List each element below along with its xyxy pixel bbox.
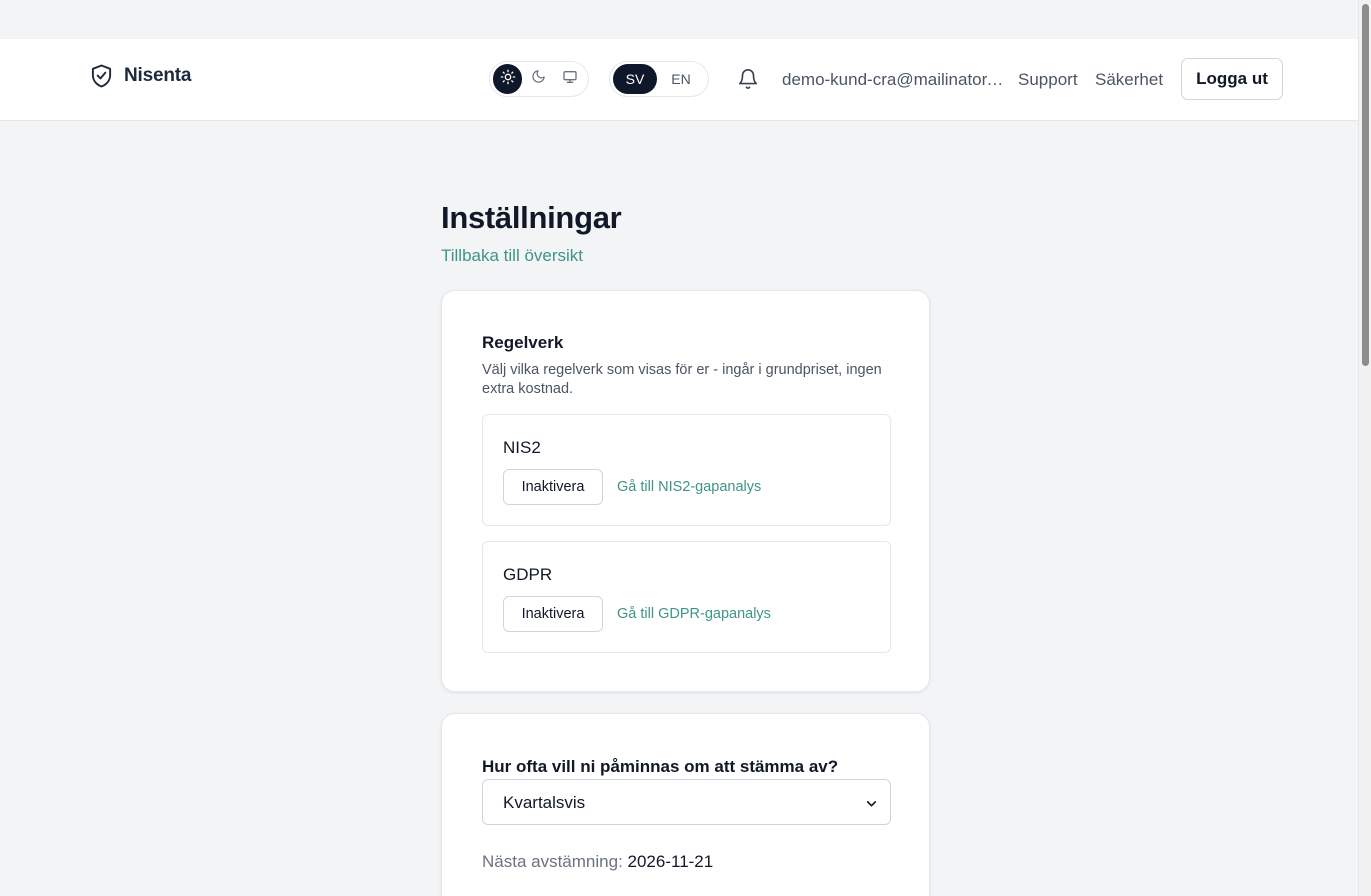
- gdpr-gap-analysis-link[interactable]: Gå till GDPR-gapanalys: [617, 606, 771, 622]
- theme-dark-button[interactable]: [524, 64, 553, 94]
- brand-name: Nisenta: [124, 65, 192, 86]
- scrollbar-thumb[interactable]: [1362, 4, 1369, 366]
- framework-name: GDPR: [503, 565, 553, 584]
- chevron-down-icon: [865, 797, 878, 815]
- language-toggle: SV EN: [609, 61, 709, 97]
- user-email[interactable]: demo-kund-cra@mailinator.com: [782, 70, 1004, 90]
- top-strip: [0, 0, 1371, 39]
- next-check-label: Nästa avstämning:: [482, 852, 628, 871]
- moon-icon: [531, 69, 546, 89]
- monitor-icon: [562, 69, 578, 90]
- logout-button[interactable]: Logga ut: [1181, 58, 1283, 100]
- nav-security-link[interactable]: Säkerhet: [1095, 70, 1163, 90]
- deactivate-gdpr-button[interactable]: Inaktivera: [503, 596, 603, 632]
- framework-item-nis2: NIS2 Inaktivera Gå till NIS2-gapanalys: [482, 414, 891, 526]
- app-header: Nisenta SV EN demo-kund-cra@mailinator.c…: [0, 39, 1358, 121]
- framework-name: NIS2: [503, 438, 541, 457]
- next-check-date: 2026-11-21: [627, 852, 714, 871]
- framework-item-gdpr: GDPR Inaktivera Gå till GDPR-gapanalys: [482, 541, 891, 653]
- deactivate-nis2-button[interactable]: Inaktivera: [503, 469, 603, 505]
- reminder-frequency-value: Kvartalsvis: [503, 793, 586, 812]
- bell-icon[interactable]: [737, 68, 759, 95]
- back-to-overview-link[interactable]: Tillbaka till översikt: [441, 246, 583, 266]
- nav-support-link[interactable]: Support: [1018, 70, 1078, 90]
- brand[interactable]: Nisenta: [90, 63, 191, 89]
- theme-system-button[interactable]: [556, 64, 585, 94]
- reminder-frequency-select[interactable]: Kvartalsvis: [482, 779, 891, 825]
- page-title: Inställningar: [441, 200, 622, 235]
- shield-check-icon: [90, 63, 113, 89]
- language-en-button[interactable]: EN: [659, 64, 703, 94]
- nis2-gap-analysis-link[interactable]: Gå till NIS2-gapanalys: [617, 479, 761, 495]
- sun-icon: [500, 69, 516, 90]
- next-check-row: Nästa avstämning: 2026-11-21: [482, 852, 713, 872]
- reminder-card: Hur ofta vill ni påminnas om att stämma …: [441, 713, 930, 896]
- frameworks-description: Välj vilka regelverk som visas för er - …: [482, 362, 882, 397]
- frameworks-title: Regelverk: [482, 333, 564, 352]
- reminder-question: Hur ofta vill ni påminnas om att stämma …: [482, 757, 839, 776]
- language-sv-button[interactable]: SV: [613, 64, 657, 94]
- theme-light-button[interactable]: [493, 64, 523, 94]
- theme-toggle: [489, 61, 589, 97]
- page-scrollbar[interactable]: [1358, 0, 1371, 896]
- frameworks-card: Regelverk Välj vilka regelverk som visas…: [441, 290, 930, 692]
